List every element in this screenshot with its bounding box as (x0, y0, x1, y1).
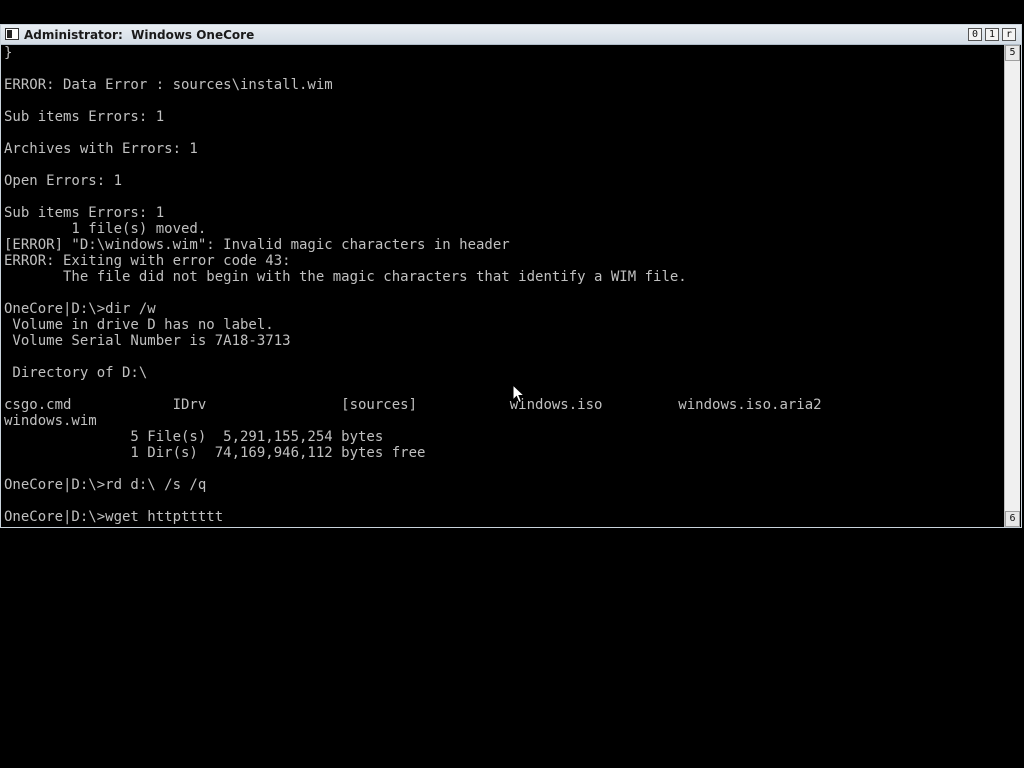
maximize-button[interactable]: 1 (985, 28, 999, 41)
title-bar[interactable]: Administrator: Windows OneCore 0 1 r (1, 25, 1021, 45)
scroll-up-button[interactable]: 5 (1005, 45, 1020, 61)
console-line: The file did not begin with the magic ch… (4, 269, 687, 285)
console-line: csgo.cmd IDrv [sources] windows.iso wind… (4, 397, 822, 413)
console-line: Volume in drive D has no label. (4, 317, 274, 333)
console-line: 1 Dir(s) 74,169,946,112 bytes free (4, 445, 426, 461)
console-line: OneCore|D:\>wget httpttttt (4, 509, 224, 525)
console-line: Archives with Errors: 1 (4, 141, 198, 157)
console-line: ERROR: Data Error : sources\install.wim (4, 77, 333, 93)
console-line: Volume Serial Number is 7A18-3713 (4, 333, 291, 349)
mouse-pointer-icon (512, 384, 526, 404)
console-output[interactable]: } ERROR: Data Error : sources\install.wim… (4, 45, 1002, 527)
console-line: Sub items Errors: 1 (4, 109, 165, 125)
window-title: Administrator: Windows OneCore (24, 28, 255, 42)
console-line: OneCore|D:\>dir /w (4, 301, 156, 317)
console-line: Open Errors: 1 (4, 173, 123, 189)
console-line: OneCore|D:\>rd d:\ /s /q (4, 477, 207, 493)
console-line: 1 file(s) moved. (4, 221, 207, 237)
console-line: Sub items Errors: 1 (4, 205, 165, 221)
close-button[interactable]: r (1002, 28, 1016, 41)
console-line: } (4, 45, 13, 61)
console-line: ERROR: Exiting with error code 43: (4, 253, 291, 269)
vertical-scrollbar[interactable]: 5 6 (1004, 45, 1020, 527)
scroll-down-button[interactable]: 6 (1005, 511, 1020, 527)
minimize-button[interactable]: 0 (968, 28, 982, 41)
console-line: windows.wim (4, 413, 97, 429)
console-line: [ERROR] "D:\windows.wim": Invalid magic … (4, 237, 510, 253)
console-window: Administrator: Windows OneCore 0 1 r } ER… (0, 24, 1022, 528)
console-app-icon[interactable] (5, 28, 19, 40)
console-line: Directory of D:\ (4, 365, 148, 381)
console-line: 5 File(s) 5,291,155,254 bytes (4, 429, 384, 445)
